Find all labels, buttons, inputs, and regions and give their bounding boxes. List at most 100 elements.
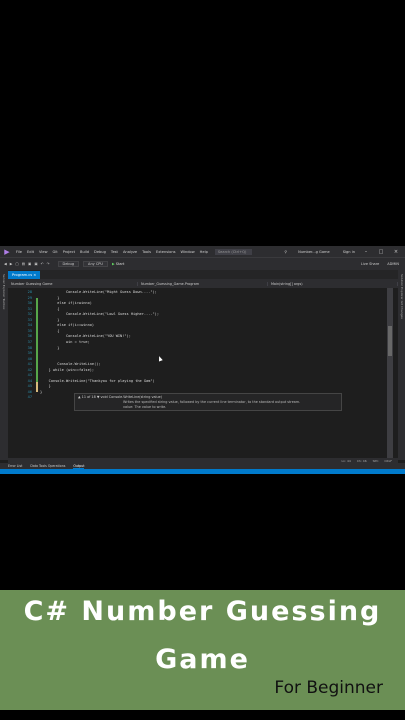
member-dropdown[interactable]: Main(string[] args) [268,281,398,286]
back-icon[interactable]: ◀ [4,262,7,266]
search-icon[interactable]: ⚲ [284,250,287,254]
line-number: 47 [27,395,32,400]
line-number: 38 [27,345,32,350]
left-tool-strip[interactable]: Server Explorer Toolbox [0,270,8,460]
open-icon[interactable]: ▤ [22,262,25,266]
menu-file[interactable]: File [16,250,22,254]
menu-git[interactable]: Git [53,250,58,254]
menu-tools[interactable]: Tools [142,250,151,254]
code-line[interactable]: { [40,307,59,311]
line-number: 29 [27,295,32,300]
project-dropdown[interactable]: Number Guessing Game [8,281,138,286]
banner-title-line2: Game [155,644,250,675]
line-number: 37 [27,339,32,344]
redo-icon[interactable]: ↷ [47,262,50,266]
visual-studio-logo-icon: ▶ [4,247,10,256]
title-banner: C# Number Guessing Game For Beginner [0,590,405,710]
menu-view[interactable]: View [39,250,48,254]
status-bar [0,469,405,474]
line-number: 41 [27,362,32,367]
menu-bar: ▶ File Edit View Git Project Build Debug… [0,246,405,257]
banner-subtitle: For Beginner [274,678,383,698]
code-editor[interactable]: Console.WriteLine("Might Guess Down...."… [32,288,387,458]
new-file-icon[interactable]: ▢ [15,262,18,266]
title-area: ⚲ Number...g Game Sign in – □ × [284,249,405,255]
tab-program-cs[interactable]: Program.cs × [8,271,41,279]
line-number: 30 [27,301,32,306]
tab-label: Program.cs [12,273,33,277]
line-number: 44 [27,378,32,383]
menu-edit[interactable]: Edit [27,250,34,254]
intellisense-tooltip: ▲ 11 of 18 ▼ void Console.WriteLine(stri… [74,393,342,411]
scrollbar-thumb[interactable] [388,326,392,356]
left-strip-label[interactable]: Server Explorer Toolbox [2,274,6,310]
code-line[interactable]: else if(i>winno) [40,301,92,305]
code-line[interactable]: Console.WriteLine("Might Guess Down...."… [40,290,157,294]
line-number-gutter: 28 29 30 31 32 33 34 35 36 37 38 39 40 41 42 43 44 45 46 47 [8,288,32,458]
banner-title-line1: C# Number Guessing [23,596,382,627]
line-number: 35 [27,328,32,333]
navigation-bar: Number Guessing Game Number_Guessing_Gam… [8,279,398,288]
vertical-scrollbar[interactable] [387,288,393,458]
char-indicator: Ch: 46 [356,458,367,463]
menu-extensions[interactable]: Extensions [156,250,176,254]
code-line[interactable]: { [40,329,59,333]
menu-help[interactable]: Help [200,250,208,254]
line-number: 39 [27,351,32,356]
toolbar: ◀ ▶ ▢ ▤ ▣ ▣ ↶ ↷ Debug Any CPU ▶ Start Li… [0,257,405,270]
crlf-indicator[interactable]: CRLF [384,459,392,463]
menu-build[interactable]: Build [80,250,89,254]
tooltip-signature: ▲ 11 of 18 ▼ void Console.WriteLine(stri… [78,395,163,399]
minimize-icon[interactable]: – [362,249,370,255]
code-line[interactable]: } [40,296,59,300]
line-number: 34 [27,323,32,328]
line-number: 45 [27,384,32,389]
menu-project[interactable]: Project [63,250,75,254]
save-icon[interactable]: ▣ [28,262,31,266]
live-share-button[interactable]: Live Share [361,262,379,266]
menu-debug[interactable]: Debug [94,250,106,254]
spc-indicator[interactable]: SPC [373,459,379,463]
code-line[interactable]: Console.WriteLine("Lowl Guess Higher....… [40,312,159,316]
search-input[interactable]: Search (Ctrl+Q) [214,248,253,255]
undo-icon[interactable]: ↶ [41,262,44,266]
visual-studio-window: ▶ File Edit View Git Project Build Debug… [0,246,405,474]
code-line[interactable]: Console.WriteLine("YOU WIN!"); [40,334,131,338]
tab-error-list[interactable]: Error List [8,464,22,468]
code-line[interactable]: else if(i==winno) [40,323,94,327]
class-dropdown[interactable]: Number_Guessing_Game.Program [138,281,268,286]
tooltip-description: Writes the specified string value, follo… [123,400,301,404]
start-button[interactable]: ▶ Start [112,262,124,266]
line-number: 32 [27,312,32,317]
save-all-icon[interactable]: ▣ [34,262,37,266]
code-line[interactable]: } [40,346,59,350]
forward-icon[interactable]: ▶ [10,262,13,266]
line-number: 46 [27,389,32,394]
code-line[interactable]: } [40,390,42,394]
code-line[interactable]: } while (win==false); [40,368,94,372]
line-number: 33 [27,317,32,322]
admin-badge: ADMIN [387,262,399,266]
right-tool-strip[interactable]: Solution Explorer Git Changes [398,270,405,460]
tab-data-tools[interactable]: Data Tools Operations [30,464,65,468]
configuration-select[interactable]: Debug [57,261,80,267]
menu-analyze[interactable]: Analyze [123,250,137,254]
right-strip-label[interactable]: Solution Explorer Git Changes [400,274,404,319]
code-line[interactable]: } [40,384,51,388]
line-number: 31 [27,306,32,311]
platform-select[interactable]: Any CPU [83,261,108,267]
signin-link[interactable]: Sign in [343,250,355,254]
menu-window[interactable]: Window [181,250,195,254]
menu-test[interactable]: Test [111,250,118,254]
start-label: Start [115,262,125,266]
maximize-icon[interactable]: □ [377,249,385,255]
code-line[interactable]: Console.WriteLine(); [40,362,100,366]
tab-output[interactable]: Output [73,464,85,469]
code-line[interactable]: } [40,318,59,322]
document-tabs: Program.cs × [8,270,398,279]
line-number: 40 [27,356,32,361]
window-title: Number...g Game [298,249,330,254]
code-line[interactable]: win = true; [40,340,90,344]
close-icon[interactable]: × [392,249,400,255]
code-line[interactable]: Console.WriteLine("Thankyou for playing … [40,379,155,383]
